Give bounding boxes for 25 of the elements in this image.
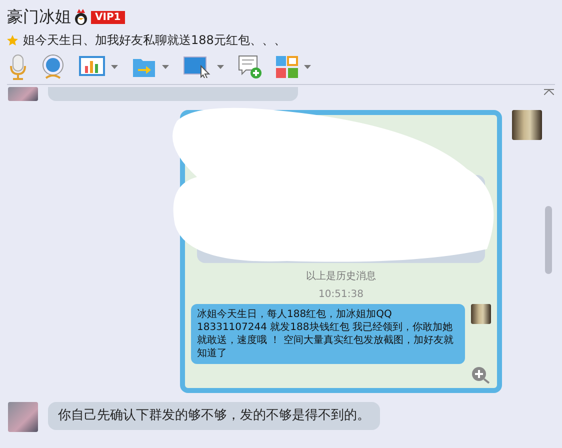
message-add-icon[interactable] — [238, 55, 262, 79]
microphone-icon[interactable] — [9, 54, 27, 80]
monitor-chart-icon[interactable] — [79, 56, 105, 78]
message-text: 你自己先确认下群发的够不够，发的不够是得不到的。 — [48, 402, 380, 430]
zoom-in-icon[interactable] — [471, 366, 491, 384]
scrollbar-thumb[interactable] — [545, 206, 552, 274]
caret-icon[interactable] — [217, 65, 224, 69]
penguin-icon — [74, 9, 88, 25]
caret-icon[interactable] — [111, 65, 118, 69]
message-time: 10:51:38 — [318, 289, 364, 300]
avatar-photo[interactable] — [512, 110, 542, 140]
webcam-icon[interactable] — [41, 54, 65, 80]
monitor-cursor-icon[interactable] — [183, 56, 211, 78]
message-text: 冰姐今天生日，每人188红包，加冰姐加QQ 18331107244 就发188块钱红包 我已经领到，你敢加她就敢送，速度哦 ！ 空间大量真实红包发放截图，加好友就知道了 — [191, 304, 465, 364]
window-title: 豪门冰姐 — [7, 6, 71, 28]
caret-icon[interactable] — [162, 65, 169, 69]
folder-arrow-icon[interactable] — [132, 56, 156, 78]
history-divider-label: 以上是历史消息 — [305, 270, 377, 283]
avatar-photo — [471, 304, 491, 324]
apps-grid-icon[interactable] — [276, 56, 298, 78]
collapse-icon[interactable] — [544, 89, 554, 95]
vip-badge: VIP1 — [91, 10, 125, 24]
star-icon — [7, 34, 18, 46]
announcement-text: 姐今天生日、加我好友私聊就送188元红包、、、 — [23, 32, 286, 48]
caret-icon[interactable] — [304, 65, 311, 69]
